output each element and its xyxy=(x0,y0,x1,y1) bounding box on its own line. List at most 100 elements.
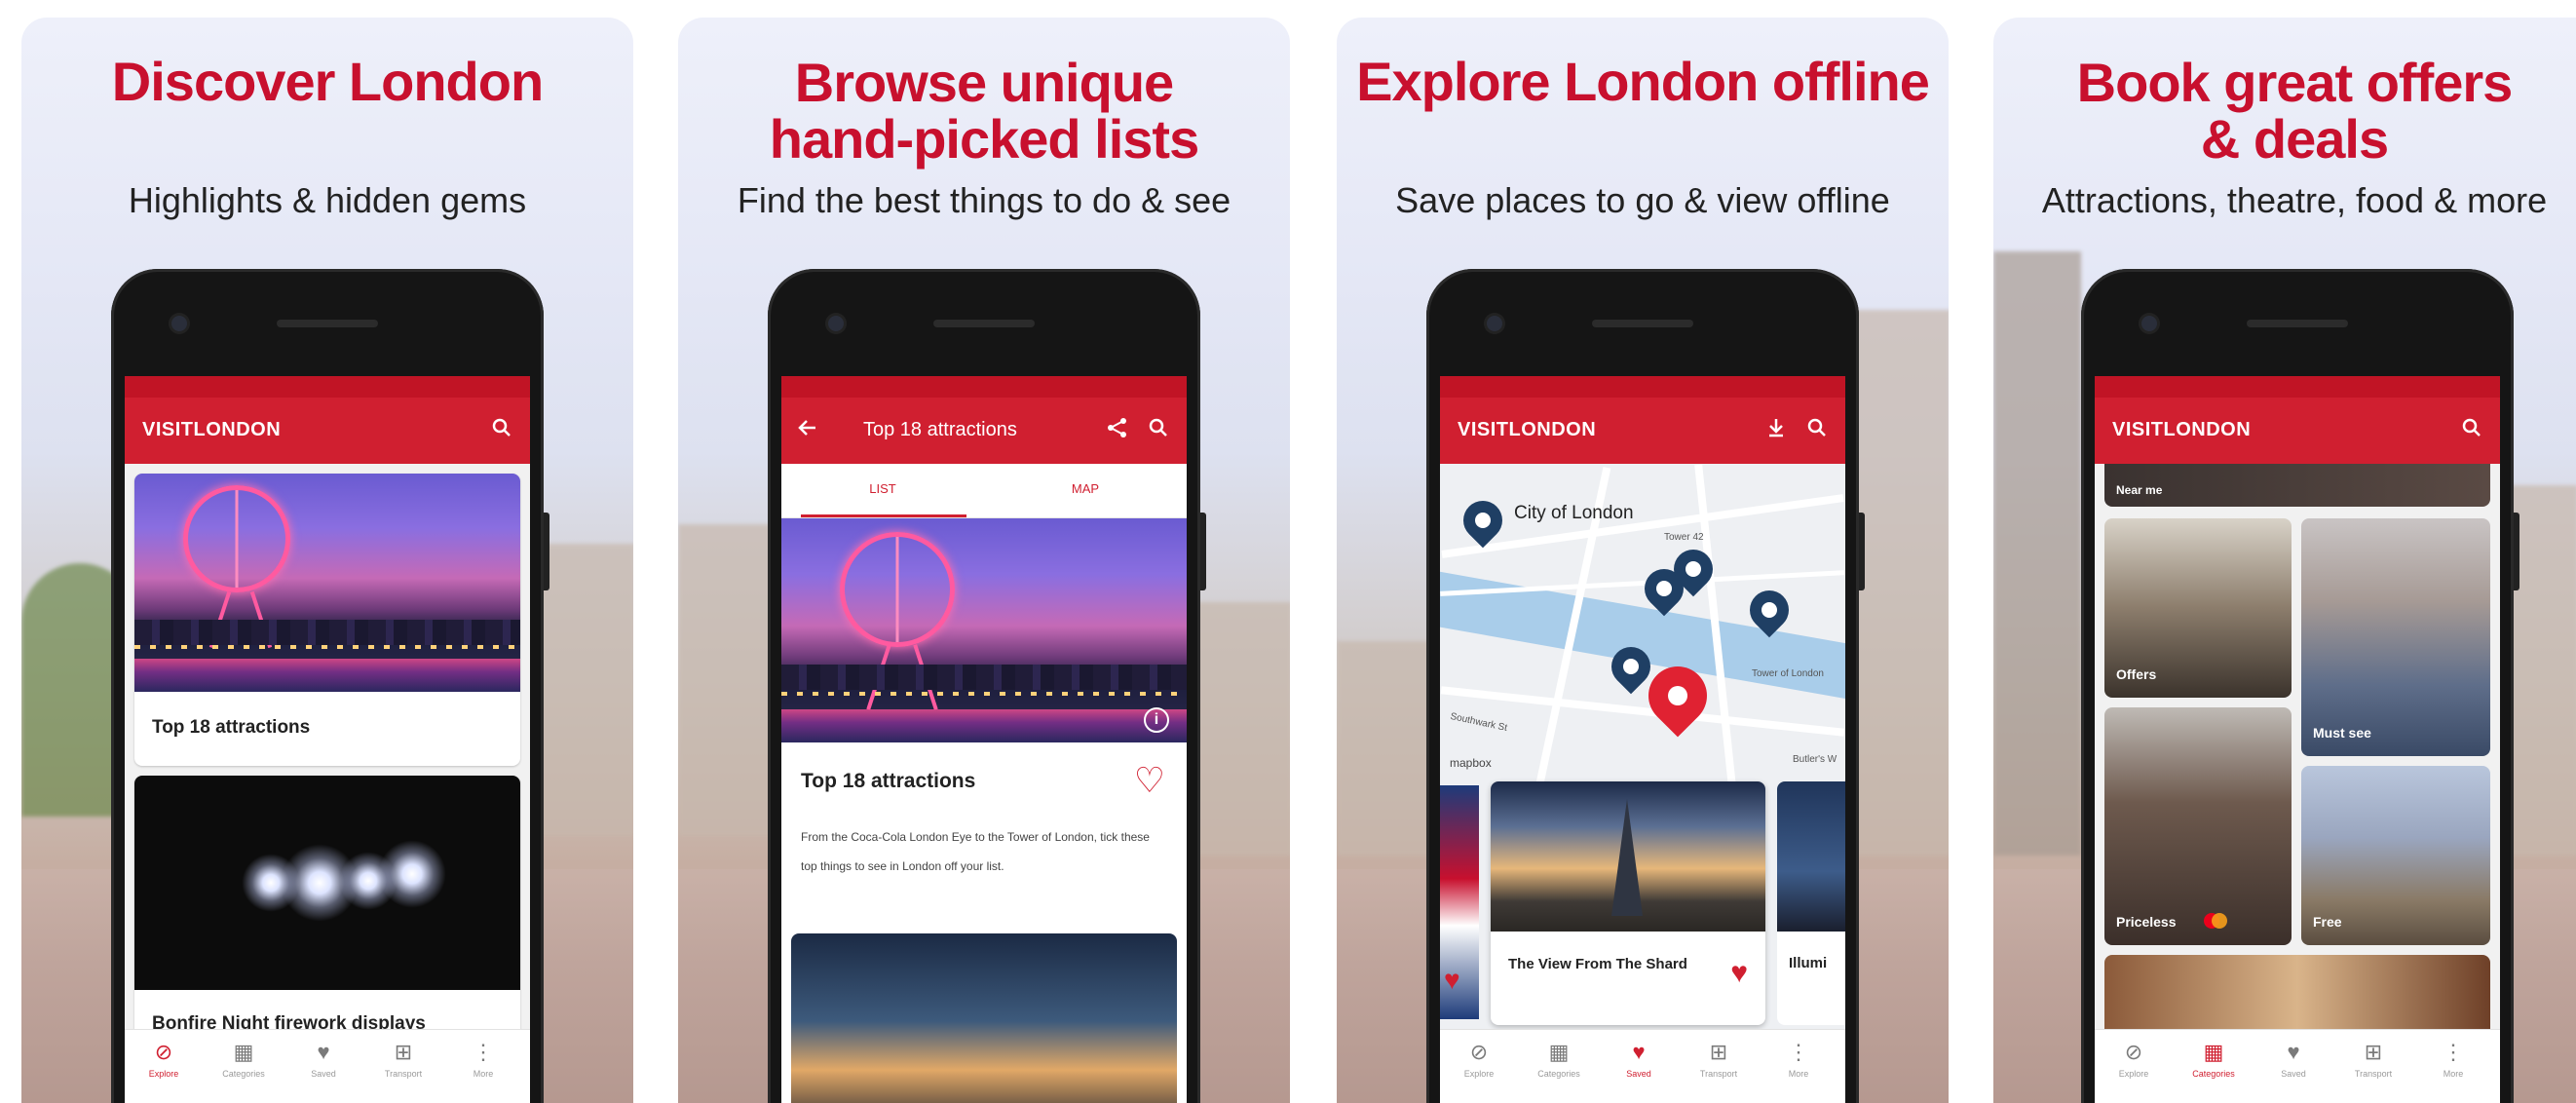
grid-icon: ▦ xyxy=(233,1040,254,1064)
headline: Discover London xyxy=(111,51,544,112)
mastercard-icon xyxy=(2202,912,2229,930)
phone-mockup: VISITLONDON City of London Tower 42 Towe… xyxy=(1426,269,1865,1103)
nav-item-explore[interactable]: ⊘ Explore xyxy=(125,1038,203,1081)
tab-list[interactable]: LIST xyxy=(781,481,984,496)
bottom-nav: ⊘ Explore ▦ Categories ♥ Saved ⊞ Transpo… xyxy=(125,1029,530,1103)
map-label-city: City of London xyxy=(1514,503,1634,523)
power-button xyxy=(1859,513,1865,590)
nav-item-transport[interactable]: ⊞ Transport xyxy=(2334,1038,2412,1081)
back-arrow-icon[interactable] xyxy=(797,417,818,444)
heart-outline-icon[interactable]: ♡ xyxy=(1134,760,1165,801)
map-label: Southwark St xyxy=(1449,710,1508,735)
category-tile-priceless[interactable]: Priceless xyxy=(2104,707,2292,945)
speaker-grille xyxy=(2247,320,2348,327)
promo-card-browse: Browse unique hand-picked lists Find the… xyxy=(678,18,1290,1103)
tab-map[interactable]: MAP xyxy=(984,481,1187,496)
subtitle: Highlights & hidden gems xyxy=(128,180,527,220)
app-bar: VISITLONDON xyxy=(2095,376,2500,464)
nav-item-more[interactable]: ⋮ More xyxy=(444,1038,522,1081)
shard-photo xyxy=(1491,781,1765,932)
search-icon[interactable] xyxy=(1148,417,1169,444)
nav-item-saved[interactable]: ♥ Saved xyxy=(2254,1038,2332,1081)
more-icon: ⋮ xyxy=(2443,1040,2464,1064)
detail-title: Top 18 attractions xyxy=(801,770,976,792)
nav-item-more[interactable]: ⋮ More xyxy=(2414,1038,2492,1081)
heart-icon[interactable]: ♥ xyxy=(1730,957,1748,990)
heart-icon: ♥ xyxy=(1632,1040,1646,1064)
power-button xyxy=(1200,513,1206,590)
phone-mockup: VISITLONDON Top 18 attractions Bonfire N… xyxy=(111,269,549,1103)
map-pin[interactable] xyxy=(1455,492,1511,549)
heart-icon: ♥ xyxy=(317,1040,330,1064)
category-tile-near-me[interactable]: Near me xyxy=(2104,464,2490,507)
nav-item-transport[interactable]: ⊞ Transport xyxy=(1680,1038,1758,1081)
camera-icon xyxy=(2141,316,2157,331)
more-icon: ⋮ xyxy=(1788,1040,1809,1064)
heart-icon: ♥ xyxy=(2287,1040,2300,1064)
nav-item-saved[interactable]: ♥ Saved xyxy=(284,1038,362,1081)
list-item[interactable]: Bonfire Night firework displays xyxy=(134,776,520,1029)
store-screenshots: Discover London Highlights & hidden gems… xyxy=(0,0,2576,1103)
download-icon[interactable] xyxy=(1765,417,1787,444)
more-icon: ⋮ xyxy=(473,1040,494,1064)
map-label: Butler's W xyxy=(1793,754,1837,765)
train-icon: ⊞ xyxy=(1709,1040,1728,1064)
compass-icon: ⊘ xyxy=(2124,1040,2143,1064)
app-screen: VISITLONDON City of London Tower 42 Towe… xyxy=(1440,376,1845,1103)
nav-item-categories[interactable]: ▦ Categories xyxy=(205,1038,283,1081)
nav-item-saved[interactable]: ♥ Saved xyxy=(1600,1038,1678,1081)
detail-description: From the Coca-Cola London Eye to the Tow… xyxy=(801,830,1150,873)
feed: Top 18 attractions Bonfire Night firewor… xyxy=(125,464,530,1029)
nav-item-explore[interactable]: ⊘ Explore xyxy=(2095,1038,2173,1081)
power-button xyxy=(544,513,549,590)
list-item[interactable]: Top 18 attractions xyxy=(134,474,520,766)
fireworks-photo xyxy=(134,776,520,990)
nav-item-transport[interactable]: ⊞ Transport xyxy=(364,1038,442,1081)
subtitle: Save places to go & view offline xyxy=(1395,180,1890,220)
search-icon[interactable] xyxy=(491,417,512,444)
hero-photo: i xyxy=(781,518,1187,742)
category-tile-food[interactable] xyxy=(2104,955,2490,1029)
search-icon[interactable] xyxy=(2461,417,2482,444)
mapbox-attribution: mapbox xyxy=(1450,756,1492,770)
nav-item-categories[interactable]: ▦ Categories xyxy=(2175,1038,2253,1081)
speaker-grille xyxy=(277,320,378,327)
train-icon: ⊞ xyxy=(2364,1040,2383,1064)
category-tile-free[interactable]: Free xyxy=(2301,766,2490,945)
offline-map[interactable]: City of London Tower 42 Tower of London … xyxy=(1440,464,1845,1029)
compass-icon: ⊘ xyxy=(154,1040,173,1064)
share-icon[interactable] xyxy=(1107,417,1128,444)
detail-panel: Top 18 attractions ♡ From the Coca-Cola … xyxy=(781,742,1187,1103)
next-tile-photo[interactable] xyxy=(791,933,1177,1103)
nav-item-explore[interactable]: ⊘ Explore xyxy=(1440,1038,1518,1081)
nav-item-more[interactable]: ⋮ More xyxy=(1760,1038,1837,1081)
category-tile-must-see[interactable]: Must see xyxy=(2301,518,2490,756)
brand-logo: VISITLONDON xyxy=(1458,419,1597,440)
speaker-grille xyxy=(933,320,1035,327)
carousel-card[interactable]: The View From The Shard ♥ xyxy=(1491,781,1765,1025)
heart-icon[interactable]: ♥ xyxy=(1444,965,1460,996)
search-icon[interactable] xyxy=(1806,417,1828,444)
app-bar: Top 18 attractions xyxy=(781,376,1187,464)
headline-line-2: hand-picked lists xyxy=(769,108,1199,170)
app-bar: VISITLONDON xyxy=(1440,376,1845,464)
map-label: Tower of London xyxy=(1752,668,1824,679)
category-tile-offers[interactable]: Offers xyxy=(2104,518,2292,698)
headline: Explore London offline xyxy=(1356,51,1930,112)
carousel-card-next[interactable]: Illumi xyxy=(1777,781,1845,1025)
tile-title: Bonfire Night firework displays xyxy=(152,1013,426,1029)
promo-card-offers: Book great offers & deals Attractions, t… xyxy=(1993,18,2576,1103)
info-icon[interactable]: i xyxy=(1144,707,1169,733)
power-button xyxy=(2514,513,2519,590)
london-eye-photo xyxy=(134,474,520,692)
promo-card-discover: Discover London Highlights & hidden gems… xyxy=(21,18,633,1103)
phone-mockup: VISITLONDON Near me Offers Must see Pric… xyxy=(2081,269,2519,1103)
app-screen: VISITLONDON Near me Offers Must see Pric… xyxy=(2095,376,2500,1103)
app-screen: VISITLONDON Top 18 attractions Bonfire N… xyxy=(125,376,530,1103)
bottom-nav: ⊘ Explore ▦ Categories ♥ Saved ⊞ Transpo… xyxy=(1440,1029,1845,1103)
camera-icon xyxy=(1487,316,1502,331)
carousel-card-prev[interactable]: ♥ xyxy=(1440,785,1479,1019)
app-bar: VISITLONDON xyxy=(125,376,530,464)
nav-item-categories[interactable]: ▦ Categories xyxy=(1520,1038,1598,1081)
compass-icon: ⊘ xyxy=(1469,1040,1489,1064)
